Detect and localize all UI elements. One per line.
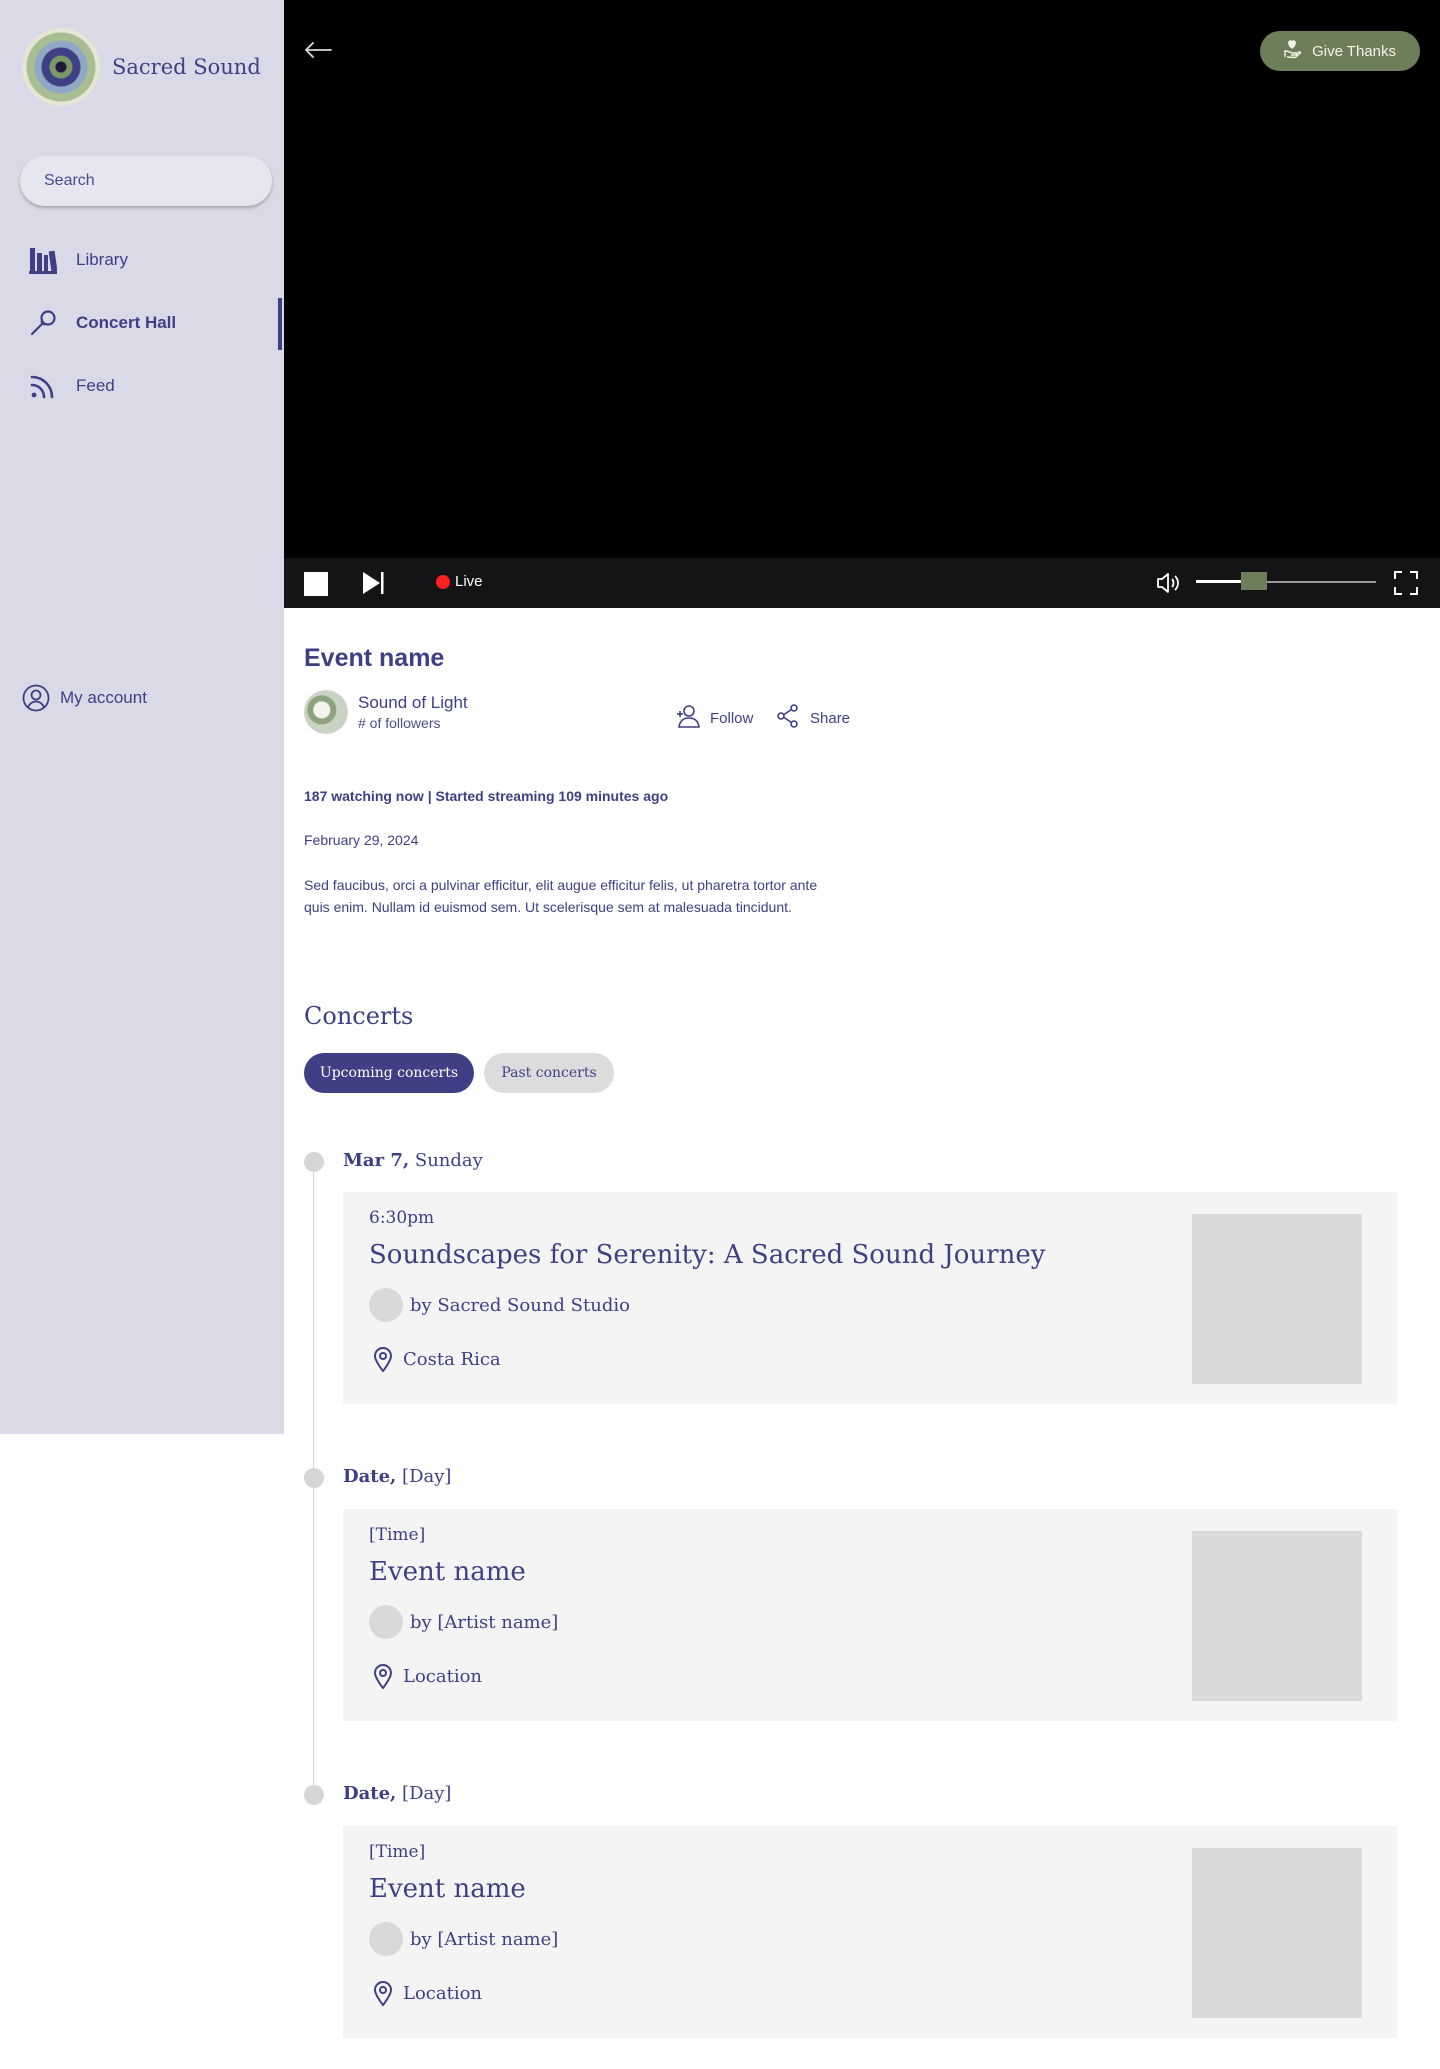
concert-card[interactable]: [Time] Event name by [Artist name] Locat… <box>343 1826 1397 2038</box>
artist-avatar <box>369 1605 403 1639</box>
event-description: Sed faucibus, orci a pulvinar efficitur,… <box>304 877 818 915</box>
date-label: Date, <box>343 1783 397 1804</box>
concert-title[interactable]: Event name <box>369 1874 526 1904</box>
sidebar-item-feed[interactable]: Feed <box>28 366 115 406</box>
stop-button[interactable] <box>304 572 328 596</box>
tuning-fork-icon <box>28 308 58 338</box>
concert-card[interactable]: [Time] Event name by [Artist name] Locat… <box>343 1509 1397 1721</box>
concert-thumbnail[interactable] <box>1192 1848 1362 2018</box>
user-circle-icon <box>22 684 50 712</box>
sidebar-item-library[interactable]: Library <box>28 240 128 280</box>
location-label: Location <box>403 1982 483 2004</box>
follower-count: # of followers <box>358 715 441 731</box>
concerts-heading: Concerts <box>304 1002 414 1030</box>
back-arrow-icon[interactable] <box>304 42 332 63</box>
heart-hand-icon <box>1282 39 1302 63</box>
give-thanks-label: Give Thanks <box>1312 42 1396 60</box>
artist-avatar <box>369 1922 403 1956</box>
date-label: Mar 7, <box>343 1150 410 1171</box>
artist-label: by [Artist name] <box>410 1611 559 1633</box>
live-label: Live <box>455 573 483 590</box>
share-icon <box>776 704 800 732</box>
library-icon <box>28 245 58 275</box>
date-label: Date, <box>343 1466 397 1487</box>
concert-card[interactable]: 6:30pm Soundscapes for Serenity: A Sacre… <box>343 1192 1397 1404</box>
volume-icon[interactable] <box>1156 571 1182 600</box>
concert-artist[interactable]: by [Artist name] <box>369 1605 558 1639</box>
my-account-label: My account <box>60 688 147 707</box>
share-button[interactable]: Share <box>776 704 850 732</box>
artist-label: by Sacred Sound Studio <box>410 1294 630 1316</box>
location-pin-icon <box>373 1346 393 1372</box>
concert-date: Date, [Day] <box>343 1466 451 1487</box>
location-pin-icon <box>373 1663 393 1689</box>
concert-time: 6:30pm <box>369 1208 435 1228</box>
artist-name[interactable]: Sound of Light <box>358 693 468 713</box>
concert-time: [Time] <box>369 1525 426 1545</box>
concert-time: [Time] <box>369 1842 426 1862</box>
event-title: Event name <box>304 644 445 672</box>
concert-location: Costa Rica <box>373 1346 501 1372</box>
concert-title[interactable]: Event name <box>369 1557 526 1587</box>
brand-name: Sacred Sound <box>112 55 261 79</box>
artist-row[interactable]: Sound of Light # of followers <box>304 690 468 734</box>
active-indicator <box>278 298 282 350</box>
timeline-dot <box>304 1152 324 1172</box>
tab-past-concerts[interactable]: Past concerts <box>484 1053 614 1093</box>
player-controls: Live <box>284 558 1440 608</box>
event-date: February 29, 2024 <box>304 832 419 848</box>
artist-avatar[interactable] <box>304 690 348 734</box>
follow-label: Follow <box>710 709 754 727</box>
brand[interactable]: Sacred Sound <box>22 28 261 106</box>
timeline-dot <box>304 1468 324 1488</box>
location-label: Location <box>403 1665 483 1687</box>
live-dot <box>436 574 450 589</box>
concert-location: Location <box>373 1663 482 1689</box>
concert-thumbnail[interactable] <box>1192 1214 1362 1384</box>
give-thanks-button[interactable]: Give Thanks <box>1260 31 1420 71</box>
sidebar-item-concert-hall[interactable]: Concert Hall <box>28 303 176 343</box>
fullscreen-icon[interactable] <box>1394 571 1418 600</box>
feed-icon <box>28 371 58 401</box>
sidebar-item-label: Library <box>76 250 128 269</box>
tab-upcoming-concerts[interactable]: Upcoming concerts <box>304 1053 474 1093</box>
video-player[interactable]: Give Thanks Live <box>284 0 1440 608</box>
concert-title[interactable]: Soundscapes for Serenity: A Sacred Sound… <box>369 1240 1045 1270</box>
concert-date: Date, [Day] <box>343 1783 451 1804</box>
follow-button[interactable]: Follow <box>676 704 753 732</box>
add-user-icon <box>676 704 700 732</box>
volume-thumb[interactable] <box>1241 572 1267 590</box>
my-account-link[interactable]: My account <box>22 684 147 712</box>
logo <box>22 28 100 106</box>
sidebar: Sacred Sound Search Library Concert Hall… <box>0 0 284 1434</box>
concert-date: Mar 7, Sunday <box>343 1150 483 1171</box>
concert-location: Location <box>373 1980 482 2006</box>
location-label: Costa Rica <box>403 1348 501 1370</box>
skip-next-icon[interactable] <box>362 571 386 600</box>
share-label: Share <box>810 709 851 727</box>
day-label: [Day] <box>402 1783 452 1804</box>
concert-artist[interactable]: by Sacred Sound Studio <box>369 1288 630 1322</box>
artist-label: by [Artist name] <box>410 1928 559 1950</box>
location-pin-icon <box>373 1980 393 2006</box>
artist-avatar <box>369 1288 403 1322</box>
stream-stats: 187 watching now | Started streaming 109… <box>304 788 669 804</box>
volume-slider[interactable] <box>1196 572 1376 590</box>
live-indicator: Live <box>436 573 483 590</box>
day-label: Sunday <box>414 1150 483 1171</box>
concert-thumbnail[interactable] <box>1192 1531 1362 1701</box>
day-label: [Day] <box>402 1466 452 1487</box>
sidebar-item-label: Concert Hall <box>76 313 177 332</box>
sidebar-item-label: Feed <box>76 376 115 395</box>
concert-artist[interactable]: by [Artist name] <box>369 1922 558 1956</box>
search-input[interactable]: Search <box>20 156 272 206</box>
timeline-dot <box>304 1785 324 1805</box>
